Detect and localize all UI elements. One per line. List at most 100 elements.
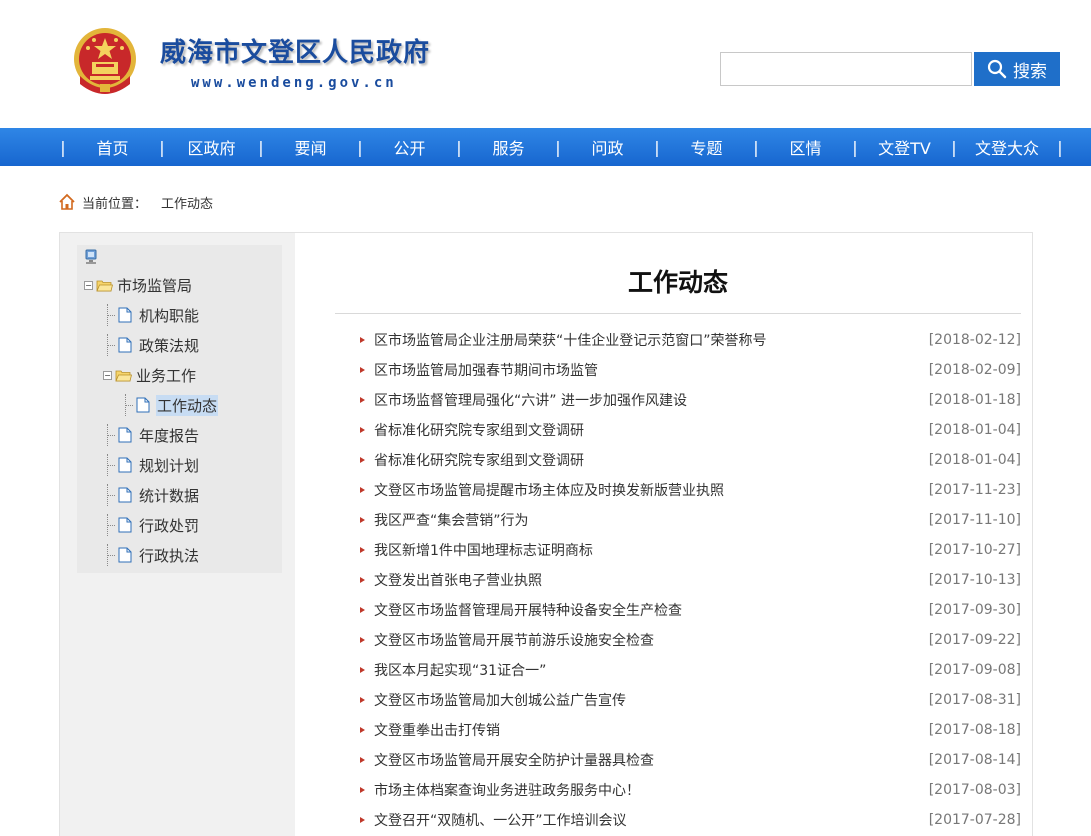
news-item[interactable]: 区市场监管局加强春节期间市场监管 [2018-02-09] [335,355,1021,385]
page-icon [118,427,132,443]
news-title-link[interactable]: 区市场监管局加强春节期间市场监管 [374,360,929,380]
tree-node-business[interactable]: − 业务工作 [103,364,197,386]
news-item[interactable]: 文登区市场监管局加大创城公益广告宣传 [2017-08-31] [335,685,1021,715]
nav-separator: | [159,137,165,157]
news-date: [2018-01-04] [928,452,1021,468]
news-item[interactable]: 我区本月起实现“31证合一” [2017-09-08] [335,655,1021,685]
tree-label[interactable]: 工作动态 [156,394,219,416]
tree-node[interactable]: 规划计划 [103,454,200,476]
news-date: [2017-10-13] [928,572,1021,588]
content-container: − 市场监管局 机构职能 政策法规 − 业务工作 工作动态 年度报告 规划计划 … [59,232,1033,836]
bullet-arrow-icon [360,637,365,643]
nav-separator: | [258,137,264,157]
nav-item-inquiry[interactable]: 问政 [563,135,652,159]
news-title-link[interactable]: 文登重拳出击打传销 [374,720,929,740]
news-title-link[interactable]: 文登区市场监管局开展安全防护计量器具检查 [374,750,929,770]
category-tree: − 市场监管局 机构职能 政策法规 − 业务工作 工作动态 年度报告 规划计划 … [77,245,282,573]
search-button[interactable]: 搜索 [974,52,1060,86]
news-title-link[interactable]: 区市场监督管理局强化“六讲” 进一步加强作风建设 [374,390,929,410]
news-title-link[interactable]: 文登区市场监管局开展节前游乐设施安全检查 [374,630,929,650]
sidebar: − 市场监管局 机构职能 政策法规 − 业务工作 工作动态 年度报告 规划计划 … [60,233,295,836]
tree-label[interactable]: 市场监管局 [116,275,193,296]
bullet-arrow-icon [360,787,365,793]
news-item[interactable]: 文登发出首张电子营业执照 [2017-10-13] [335,565,1021,595]
news-title-link[interactable]: 省标准化研究院专家组到文登调研 [374,420,929,440]
page-icon [118,487,132,503]
news-item[interactable]: 区市场监督管理局强化“六讲” 进一步加强作风建设 [2018-01-18] [335,385,1021,415]
nav-separator: | [60,137,66,157]
news-title-link[interactable]: 文登区市场监管局提醒市场主体应及时换发新版营业执照 [374,480,929,500]
news-date: [2018-02-12] [928,332,1021,348]
news-title-link[interactable]: 文登发出首张电子营业执照 [374,570,929,590]
tree-label[interactable]: 业务工作 [135,365,197,386]
nav-separator: | [456,137,462,157]
tree-node[interactable]: 政策法规 [103,334,200,356]
news-item[interactable]: 文登区市场监管局开展节前游乐设施安全检查 [2017-09-22] [335,625,1021,655]
collapse-icon[interactable]: − [103,370,112,380]
news-date: [2017-11-10] [928,512,1021,528]
news-date: [2017-07-28] [928,812,1021,828]
page-title: 工作动态 [627,268,728,297]
tree-label[interactable]: 规划计划 [138,455,200,476]
news-item[interactable]: 文登区市场监管局提醒市场主体应及时换发新版营业执照 [2017-11-23] [335,475,1021,505]
nav-item-public[interactable]: 公开 [365,135,454,159]
news-date: [2017-08-31] [928,692,1021,708]
news-title-link[interactable]: 文登区市场监管局加大创城公益广告宣传 [374,690,929,710]
tree-label[interactable]: 行政处罚 [138,515,200,536]
news-title-link[interactable]: 区市场监管局企业注册局荣获“十佳企业登记示范窗口”荣誉称号 [374,330,929,350]
bullet-arrow-icon [360,817,365,823]
tree-node-selected[interactable]: 工作动态 [121,394,219,416]
tree-node[interactable]: 行政执法 [103,544,200,566]
news-item[interactable]: 省标准化研究院专家组到文登调研 [2018-01-04] [335,415,1021,445]
tree-node-root[interactable]: − 市场监管局 [84,274,193,296]
news-title-link[interactable]: 我区严查“集会营销”行为 [374,510,929,530]
breadcrumb-current[interactable]: 工作动态 [161,193,213,212]
tree-label[interactable]: 政策法规 [138,335,200,356]
nav-item-news[interactable]: 要闻 [266,135,355,159]
news-title-link[interactable]: 文登召开“双随机、一公开”工作培训会议 [374,810,929,830]
nav-item-home[interactable]: 首页 [68,135,157,159]
news-title-link[interactable]: 省标准化研究院专家组到文登调研 [374,450,929,470]
tree-node[interactable]: 机构职能 [103,304,200,326]
tree-node[interactable]: 统计数据 [103,484,200,506]
news-item[interactable]: 市场主体档案查询业务进驻政务服务中心！ [2017-08-03] [335,775,1021,805]
tree-label[interactable]: 统计数据 [138,485,200,506]
tree-label[interactable]: 年度报告 [138,425,200,446]
bullet-arrow-icon [360,577,365,583]
page-icon [136,397,150,413]
page-icon [118,337,132,353]
tree-label[interactable]: 机构职能 [138,305,200,326]
news-list: 区市场监管局企业注册局荣获“十佳企业登记示范窗口”荣誉称号 [2018-02-12… [335,325,1021,835]
nav-item-wendeng-public[interactable]: 文登大众 [959,135,1055,159]
site-url: www.wendeng.gov.cn [191,75,397,91]
nav-separator: | [753,137,759,157]
news-date: [2017-10-27] [928,542,1021,558]
news-title-link[interactable]: 市场主体档案查询业务进驻政务服务中心！ [374,780,929,800]
news-item[interactable]: 文登重拳出击打传销 [2017-08-18] [335,715,1021,745]
nav-item-wendeng-tv[interactable]: 文登TV [860,135,949,159]
nav-item-district-government[interactable]: 区政府 [167,135,256,159]
nav-item-service[interactable]: 服务 [464,135,553,159]
site-title: 威海市文登区人民政府 [160,38,431,68]
news-date: [2017-09-22] [928,632,1021,648]
news-date: [2017-09-30] [928,602,1021,618]
tree-node[interactable]: 行政处罚 [103,514,200,536]
news-item[interactable]: 文登召开“双随机、一公开”工作培训会议 [2017-07-28] [335,805,1021,835]
collapse-icon[interactable]: − [84,280,93,290]
news-item[interactable]: 我区新增1件中国地理标志证明商标 [2017-10-27] [335,535,1021,565]
search-input[interactable] [720,52,972,86]
tree-label[interactable]: 行政执法 [138,545,200,566]
nav-item-district-info[interactable]: 区情 [761,135,850,159]
page-icon [118,517,132,533]
news-title-link[interactable]: 我区本月起实现“31证合一” [374,660,929,680]
news-title-link[interactable]: 我区新增1件中国地理标志证明商标 [374,540,929,560]
news-item[interactable]: 文登区市场监管局开展安全防护计量器具检查 [2017-08-14] [335,745,1021,775]
news-item[interactable]: 区市场监管局企业注册局荣获“十佳企业登记示范窗口”荣誉称号 [2018-02-12… [335,325,1021,355]
tree-node[interactable]: 年度报告 [103,424,200,446]
nav-item-topics[interactable]: 专题 [662,135,751,159]
news-item[interactable]: 省标准化研究院专家组到文登调研 [2018-01-04] [335,445,1021,475]
news-date: [2017-09-08] [928,662,1021,678]
news-item[interactable]: 文登区市场监督管理局开展特种设备安全生产检查 [2017-09-30] [335,595,1021,625]
news-title-link[interactable]: 文登区市场监督管理局开展特种设备安全生产检查 [374,600,929,620]
news-item[interactable]: 我区严查“集会营销”行为 [2017-11-10] [335,505,1021,535]
